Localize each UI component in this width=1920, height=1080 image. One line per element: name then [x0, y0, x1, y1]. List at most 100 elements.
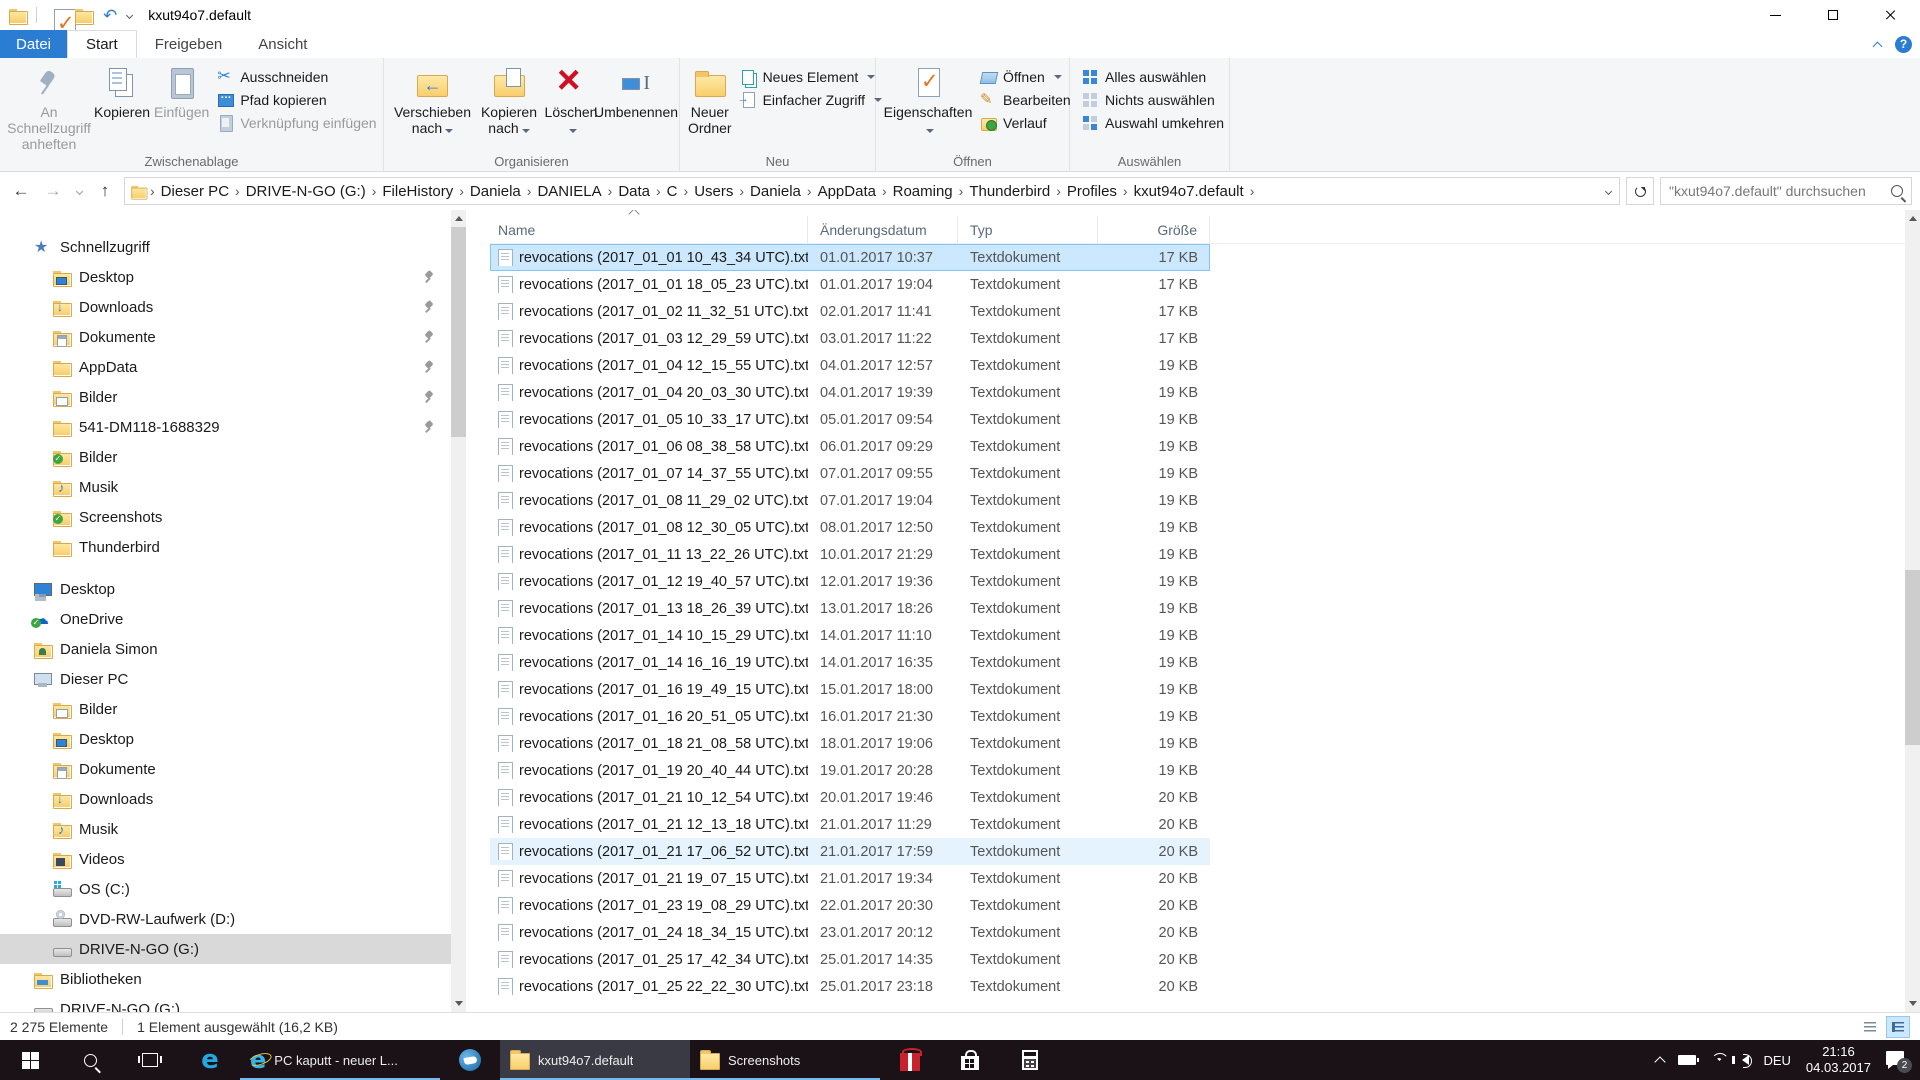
new-item-button[interactable]: Neues Element: [734, 66, 888, 87]
file-row[interactable]: revocations (2017_01_08 11_29_02 UTC).tx…: [490, 487, 1210, 514]
file-row[interactable]: revocations (2017_01_04 20_03_30 UTC).tx…: [490, 379, 1210, 406]
file-row[interactable]: revocations (2017_01_13 18_26_39 UTC).tx…: [490, 595, 1210, 622]
file-row[interactable]: revocations (2017_01_25 17_42_34 UTC).tx…: [490, 946, 1210, 973]
paste-button[interactable]: Einfügen: [152, 62, 211, 124]
file-row[interactable]: revocations (2017_01_02 11_32_51 UTC).tx…: [490, 298, 1210, 325]
back-button[interactable]: ←: [8, 178, 34, 204]
file-row[interactable]: revocations (2017_01_21 12_13_18 UTC).tx…: [490, 811, 1210, 838]
taskbar-edge-button[interactable]: e: [180, 1040, 240, 1080]
select-all-button[interactable]: Alles auswählen: [1076, 66, 1230, 87]
file-row[interactable]: revocations (2017_01_01 10_43_34 UTC).tx…: [490, 244, 1210, 271]
move-to-button[interactable]: Verschieben nach: [390, 62, 475, 140]
invert-selection-button[interactable]: Auswahl umkehren: [1076, 112, 1230, 133]
file-row[interactable]: revocations (2017_01_14 16_16_19 UTC).tx…: [490, 649, 1210, 676]
scrollbar-thumb[interactable]: [451, 227, 466, 437]
taskbar-ie-window-button[interactable]: e PC kaputt - neuer L...: [240, 1040, 440, 1080]
history-button[interactable]: Verlauf: [974, 112, 1077, 133]
tray-overflow-button[interactable]: [1649, 1040, 1671, 1080]
breadcrumb-segment[interactable]: Data: [614, 183, 654, 200]
action-center-button[interactable]: 2: [1879, 1040, 1920, 1080]
search-box[interactable]: "kxut94o7.default" durchsuchen: [1660, 177, 1912, 205]
details-view-button[interactable]: [1886, 1016, 1910, 1038]
sidebar-item[interactable]: Bilder: [0, 442, 451, 472]
delete-button[interactable]: Löschen: [543, 62, 599, 140]
tab-start[interactable]: Start: [67, 30, 137, 58]
volume-status[interactable]: [1735, 1040, 1756, 1080]
breadcrumb-segment[interactable]: C: [663, 183, 682, 200]
breadcrumb-segment[interactable]: Daniela: [746, 183, 805, 200]
column-header-name[interactable]: Name: [490, 216, 808, 243]
breadcrumb-segment[interactable]: DRIVE-N-GO (G:): [242, 183, 370, 200]
breadcrumb-segment[interactable]: Users: [690, 183, 737, 200]
sidebar-item[interactable]: [0, 562, 451, 574]
column-header-date[interactable]: Änderungsdatum: [808, 216, 958, 243]
qat-undo-icon[interactable]: ↶: [103, 7, 117, 24]
sidebar-item[interactable]: Bilder: [0, 382, 451, 412]
select-none-button[interactable]: Nichts auswählen: [1076, 89, 1230, 110]
file-row[interactable]: revocations (2017_01_01 18_05_23 UTC).tx…: [490, 271, 1210, 298]
file-row[interactable]: revocations (2017_01_21 19_07_15 UTC).tx…: [490, 865, 1210, 892]
tab-ansicht[interactable]: Ansicht: [240, 30, 325, 58]
file-row[interactable]: revocations (2017_01_24 18_34_15 UTC).tx…: [490, 919, 1210, 946]
file-row[interactable]: revocations (2017_01_23 19_08_29 UTC).tx…: [490, 892, 1210, 919]
sidebar-item[interactable]: Downloads: [0, 784, 451, 814]
sidebar-item[interactable]: Musik: [0, 472, 451, 502]
copy-to-button[interactable]: Kopieren nach: [475, 62, 543, 140]
breadcrumb-segment[interactable]: Roaming: [889, 183, 957, 200]
file-row[interactable]: revocations (2017_01_04 12_15_55 UTC).tx…: [490, 352, 1210, 379]
rename-button[interactable]: Umbenennen: [599, 62, 673, 124]
start-button[interactable]: [0, 1040, 60, 1080]
sidebar-item[interactable]: Musik: [0, 814, 451, 844]
file-row[interactable]: revocations (2017_01_05 10_33_17 UTC).tx…: [490, 406, 1210, 433]
qat-customize-icon[interactable]: [126, 11, 133, 18]
taskbar-thunderbird-button[interactable]: [440, 1040, 500, 1080]
search-input[interactable]: "kxut94o7.default" durchsuchen: [1669, 183, 1885, 199]
taskbar-store-button[interactable]: [940, 1040, 1000, 1080]
sidebar-item[interactable]: Daniela Simon: [0, 634, 451, 664]
recent-locations-button[interactable]: [72, 178, 86, 204]
sidebar-item[interactable]: AppData: [0, 352, 451, 382]
minimize-button[interactable]: [1746, 0, 1804, 30]
tab-freigeben[interactable]: Freigeben: [137, 30, 241, 58]
column-header-type[interactable]: Typ: [958, 216, 1098, 243]
properties-button[interactable]: Eigenschaften: [882, 62, 974, 140]
file-row[interactable]: revocations (2017_01_16 20_51_05 UTC).tx…: [490, 703, 1210, 730]
breadcrumb-segment[interactable]: Daniela: [466, 183, 525, 200]
sidebar-item[interactable]: Desktop: [0, 724, 451, 754]
sidebar-item[interactable]: Dieser PC: [0, 664, 451, 694]
sidebar-scrollbar[interactable]: [451, 210, 466, 1012]
tab-datei[interactable]: Datei: [0, 30, 67, 58]
scroll-down-icon[interactable]: [1905, 995, 1920, 1012]
taskbar-search-button[interactable]: [60, 1040, 120, 1080]
qat-new-folder-icon[interactable]: [74, 6, 93, 25]
breadcrumb-segment[interactable]: Dieser PC: [157, 183, 233, 200]
scroll-up-icon[interactable]: [1905, 210, 1920, 227]
file-row[interactable]: revocations (2017_01_06 08_38_58 UTC).tx…: [490, 433, 1210, 460]
file-row[interactable]: revocations (2017_01_03 12_29_59 UTC).tx…: [490, 325, 1210, 352]
list-scrollbar[interactable]: [1905, 210, 1920, 1012]
taskbar-explorer-screenshots-button[interactable]: Screenshots: [690, 1040, 880, 1080]
sidebar-item[interactable]: DRIVE-N-GO (G:): [0, 934, 451, 964]
breadcrumb-segment[interactable]: DANIELA: [533, 183, 605, 200]
file-row[interactable]: revocations (2017_01_14 10_15_29 UTC).tx…: [490, 622, 1210, 649]
sidebar-item[interactable]: Dokumente: [0, 322, 451, 352]
breadcrumb[interactable]: › Dieser PC› DRIVE-N-GO (G:)› FileHistor…: [124, 177, 1620, 205]
up-button[interactable]: ↑: [92, 178, 118, 204]
file-row[interactable]: revocations (2017_01_25 22_22_30 UTC).tx…: [490, 973, 1210, 1000]
sidebar-item[interactable]: Desktop: [0, 574, 451, 604]
qat-properties-icon[interactable]: [47, 7, 64, 24]
battery-status[interactable]: [1671, 1040, 1703, 1080]
address-dropdown-icon[interactable]: [1605, 187, 1612, 194]
collapse-ribbon-icon[interactable]: [1873, 41, 1883, 51]
cut-button[interactable]: Ausschneiden: [211, 66, 382, 87]
sidebar-item[interactable]: OS (C:): [0, 874, 451, 904]
pin-to-quick-access-button[interactable]: An Schnellzugriff anheften: [6, 62, 92, 156]
network-status[interactable]: [1703, 1040, 1735, 1080]
sidebar-item[interactable]: Videos: [0, 844, 451, 874]
file-row[interactable]: revocations (2017_01_07 14_37_55 UTC).tx…: [490, 460, 1210, 487]
search-icon[interactable]: [1891, 185, 1903, 197]
sidebar-item[interactable]: OneDrive: [0, 604, 451, 634]
file-row[interactable]: revocations (2017_01_21 10_12_54 UTC).tx…: [490, 784, 1210, 811]
breadcrumb-segment[interactable]: kxut94o7.default: [1130, 183, 1248, 200]
file-row[interactable]: revocations (2017_01_21 17_06_52 UTC).tx…: [490, 838, 1210, 865]
